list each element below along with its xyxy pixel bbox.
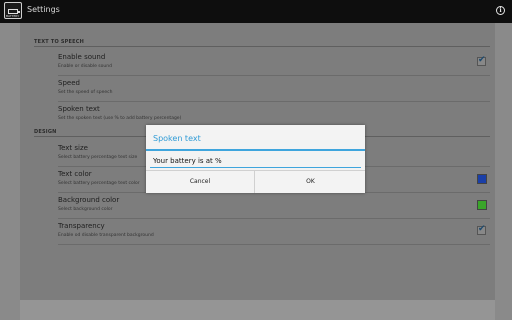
- setting-title: Speed: [58, 79, 80, 87]
- checkmark-icon: ✔: [478, 224, 486, 234]
- transparency-checkbox[interactable]: ✔: [477, 224, 486, 235]
- setting-summary: Enable or disable sound: [58, 64, 112, 69]
- setting-title: Enable sound: [58, 53, 106, 61]
- ok-button[interactable]: OK: [256, 171, 365, 193]
- setting-title: Transparency: [58, 222, 105, 230]
- dialog-button-bar: Cancel OK: [146, 170, 365, 193]
- info-icon[interactable]: i: [496, 6, 505, 15]
- setting-spoken-text[interactable]: Spoken text Set the spoken text (use % t…: [58, 101, 490, 127]
- setting-title: Text color: [58, 170, 92, 178]
- section-header-tts: TEXT TO SPEECH: [34, 39, 84, 45]
- setting-title: Text size: [58, 144, 88, 152]
- row-divider: [58, 244, 490, 245]
- setting-summary: Enable od disable transparent background: [58, 233, 154, 238]
- setting-speed[interactable]: Speed Set the speed of speech: [58, 75, 490, 101]
- checkmark-icon: ✔: [478, 55, 486, 65]
- setting-summary: Select battery percentage text size: [58, 155, 138, 160]
- cancel-button[interactable]: Cancel: [146, 171, 255, 193]
- app-icon-label: BATTERY: [6, 14, 20, 18]
- background-color-swatch[interactable]: [477, 200, 487, 210]
- setting-summary: Select battery percentage text color: [58, 181, 140, 186]
- dialog-title: Spoken text: [153, 134, 201, 143]
- setting-transparency[interactable]: Transparency Enable od disable transpare…: [58, 218, 490, 244]
- setting-title: Spoken text: [58, 105, 100, 113]
- spoken-text-dialog: Spoken text Cancel OK: [146, 125, 365, 193]
- section-divider: [34, 46, 490, 47]
- setting-summary: Set the speed of speech: [58, 90, 113, 95]
- setting-enable-sound[interactable]: Enable sound Enable or disable sound ✔: [58, 49, 490, 75]
- section-header-design: DESIGN: [34, 129, 57, 135]
- setting-background-color[interactable]: Background color Select background color: [58, 192, 490, 218]
- page-title: Settings: [27, 5, 60, 14]
- action-bar: BATTERY Settings i: [0, 0, 512, 23]
- battery-app-icon[interactable]: BATTERY: [4, 2, 22, 19]
- text-color-swatch[interactable]: [477, 174, 487, 184]
- bottom-area: [20, 300, 495, 320]
- dialog-title-divider: [146, 149, 365, 151]
- setting-summary: Set the spoken text (use % to add batter…: [58, 116, 182, 121]
- setting-title: Background color: [58, 196, 120, 204]
- enable-sound-checkbox[interactable]: ✔: [477, 55, 486, 66]
- spoken-text-input[interactable]: [150, 155, 361, 168]
- setting-summary: Select background color: [58, 207, 113, 212]
